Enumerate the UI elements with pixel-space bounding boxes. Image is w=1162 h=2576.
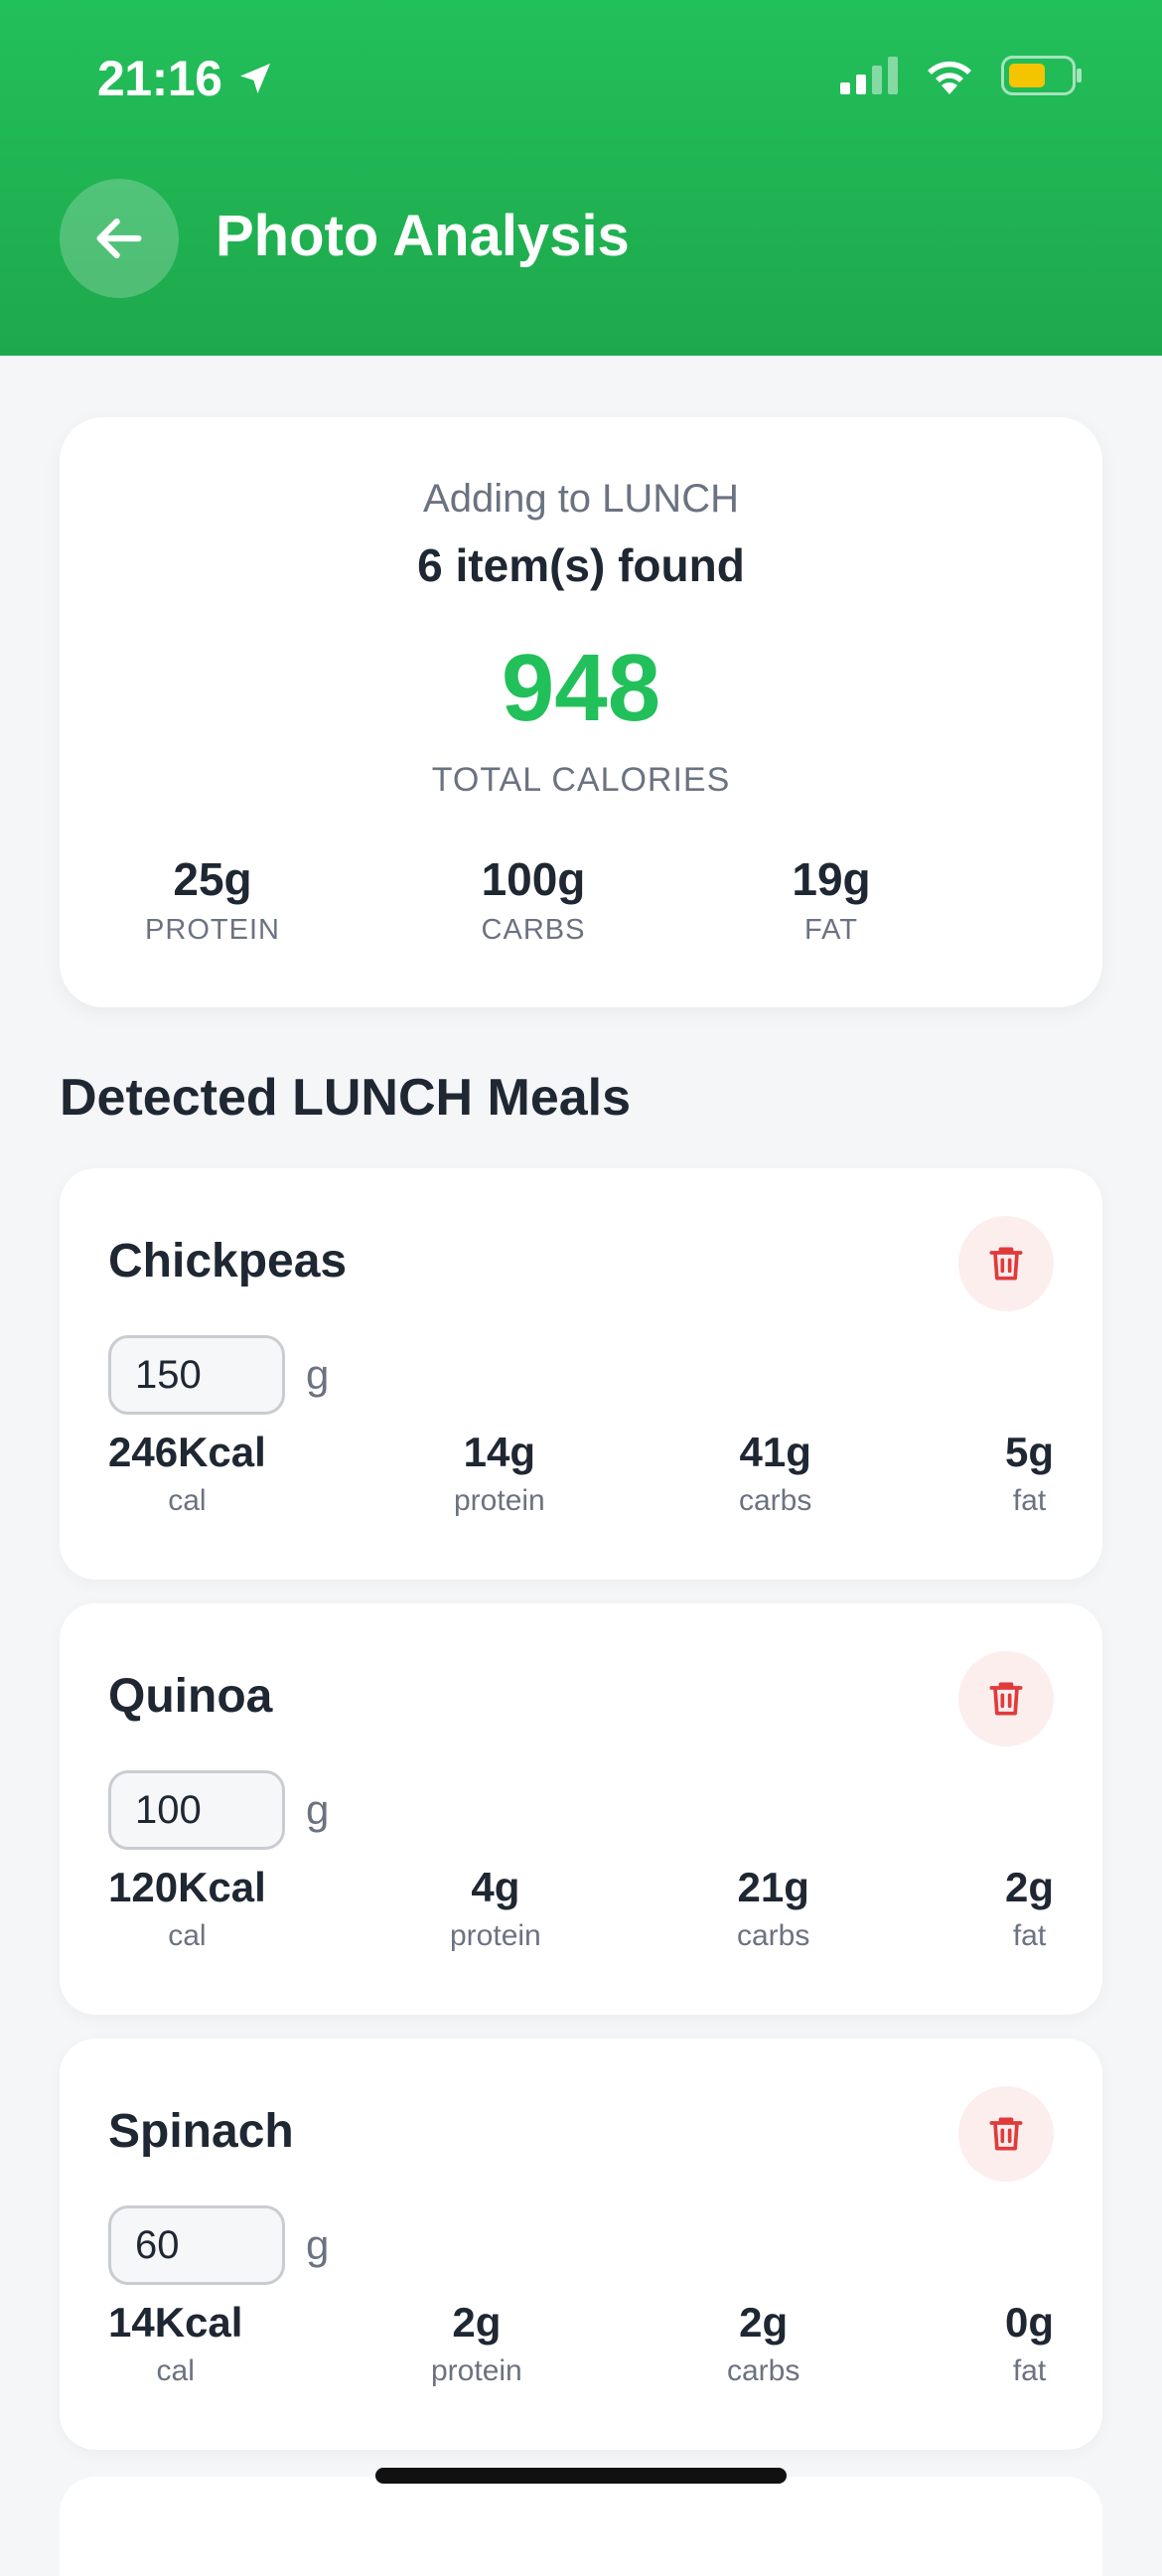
meal-name: Chickpeas: [108, 1235, 348, 1288]
meal-cal: 246Kcal cal: [108, 1429, 266, 1518]
summary-fat: 19g FAT: [702, 852, 960, 947]
meal-protein: 2g protein: [431, 2299, 522, 2388]
meal-name: Spinach: [108, 2105, 294, 2158]
meal-card: Chickpeas g 246Kcal cal 14g protein 41g …: [60, 1168, 1102, 1580]
app-header: 21:16 Photo Analysis: [0, 0, 1162, 356]
meal-target-text: Adding to LUNCH: [423, 477, 739, 521]
summary-carbs: 100g CARBS: [404, 852, 662, 947]
summary-protein: 25g PROTEIN: [83, 852, 342, 947]
home-indicator[interactable]: [375, 2468, 787, 2484]
quantity-input[interactable]: [108, 1770, 285, 1850]
quantity-input[interactable]: [108, 1335, 285, 1415]
meal-cal: 120Kcal cal: [108, 1864, 266, 1953]
meal-fat: 0g fat: [1005, 2299, 1054, 2388]
meal-fat-label: fat: [1012, 2354, 1047, 2387]
meal-carbs: 41g carbs: [739, 1429, 811, 1518]
battery-icon: [1001, 56, 1082, 95]
total-calories-value: 948: [501, 635, 661, 741]
meal-fat: 2g fat: [1005, 1864, 1054, 1953]
summary-card: Adding to LUNCH 6 item(s) found 948 TOTA…: [60, 417, 1102, 1007]
meal-carbs: 2g carbs: [727, 2299, 799, 2388]
meal-fat-value: 2g: [1004, 1864, 1054, 1910]
meal-protein-label: protein: [450, 1919, 541, 1952]
meal-fat: 5g fat: [1005, 1429, 1054, 1518]
quantity-unit: g: [306, 1351, 330, 1398]
meal-fat-value: 0g: [1004, 2299, 1054, 2346]
page-title: Photo Analysis: [216, 204, 630, 268]
meal-fat-value: 5g: [1004, 1429, 1054, 1475]
meal-carbs-label: carbs: [737, 1919, 810, 1952]
location-arrow-icon: [240, 64, 271, 93]
quantity-input[interactable]: [108, 2205, 285, 2285]
meal-cal-label: cal: [168, 1484, 207, 1517]
meal-carbs-value: 2g: [739, 2299, 789, 2346]
meal-card: Spinach g 14Kcal cal 2g protein 2g carbs…: [60, 2039, 1102, 2450]
summary-protein-label: PROTEIN: [145, 914, 280, 946]
summary-fat-value: 19g: [792, 853, 871, 905]
meal-protein-value: 2g: [452, 2299, 502, 2346]
delete-meal-button[interactable]: [958, 1651, 1054, 1746]
delete-meal-button[interactable]: [958, 2086, 1054, 2182]
meal-fat-label: fat: [1012, 1919, 1047, 1952]
meal-carbs-label: carbs: [727, 2354, 800, 2387]
meal-carbs-value: 41g: [739, 1429, 811, 1475]
meal-name: Quinoa: [108, 1670, 273, 1723]
total-calories-label: TOTAL CALORIES: [431, 761, 731, 799]
summary-protein-value: 25g: [173, 853, 252, 905]
meal-cal-label: cal: [168, 1919, 207, 1952]
status-time-text: 21:16: [97, 51, 222, 106]
status-bar-time: 21:16: [97, 50, 275, 107]
status-icons: [840, 56, 1083, 95]
wifi-icon: [928, 61, 971, 94]
meal-protein-value: 14g: [463, 1429, 536, 1475]
quantity-unit: g: [306, 1786, 330, 1833]
trash-icon: [989, 1247, 1023, 1281]
meal-carbs: 21g carbs: [737, 1864, 809, 1953]
cellular-signal-icon: [840, 57, 898, 94]
section-title: Detected LUNCH Meals: [60, 1069, 632, 1127]
meal-protein-value: 4g: [471, 1864, 520, 1910]
arrow-left-icon: [96, 218, 142, 259]
meal-card-partial: [60, 2477, 1102, 2576]
meal-protein: 4g protein: [450, 1864, 541, 1953]
summary-carbs-value: 100g: [481, 853, 586, 905]
meal-protein-label: protein: [431, 2354, 522, 2387]
meal-protein: 14g protein: [454, 1429, 545, 1518]
quantity-unit: g: [306, 2221, 330, 2268]
meal-cal: 14Kcal cal: [108, 2299, 242, 2388]
meal-fat-label: fat: [1012, 1484, 1047, 1517]
items-found-text: 6 item(s) found: [417, 539, 745, 591]
meal-carbs-value: 21g: [737, 1864, 809, 1910]
meal-card: Quinoa g 120Kcal cal 4g protein 21g carb…: [60, 1603, 1102, 2015]
meal-cal-value: 246Kcal: [108, 1429, 266, 1475]
summary-carbs-label: CARBS: [481, 914, 586, 946]
trash-icon: [989, 1682, 1023, 1716]
delete-meal-button[interactable]: [958, 1216, 1054, 1311]
meal-cal-value: 120Kcal: [108, 1864, 266, 1910]
back-button[interactable]: [60, 179, 179, 298]
meal-carbs-label: carbs: [739, 1484, 812, 1517]
meal-cal-value: 14Kcal: [108, 2299, 243, 2346]
trash-icon: [989, 2117, 1023, 2151]
summary-fat-label: FAT: [803, 914, 859, 946]
meal-protein-label: protein: [454, 1484, 545, 1517]
meal-cal-label: cal: [156, 2354, 195, 2387]
